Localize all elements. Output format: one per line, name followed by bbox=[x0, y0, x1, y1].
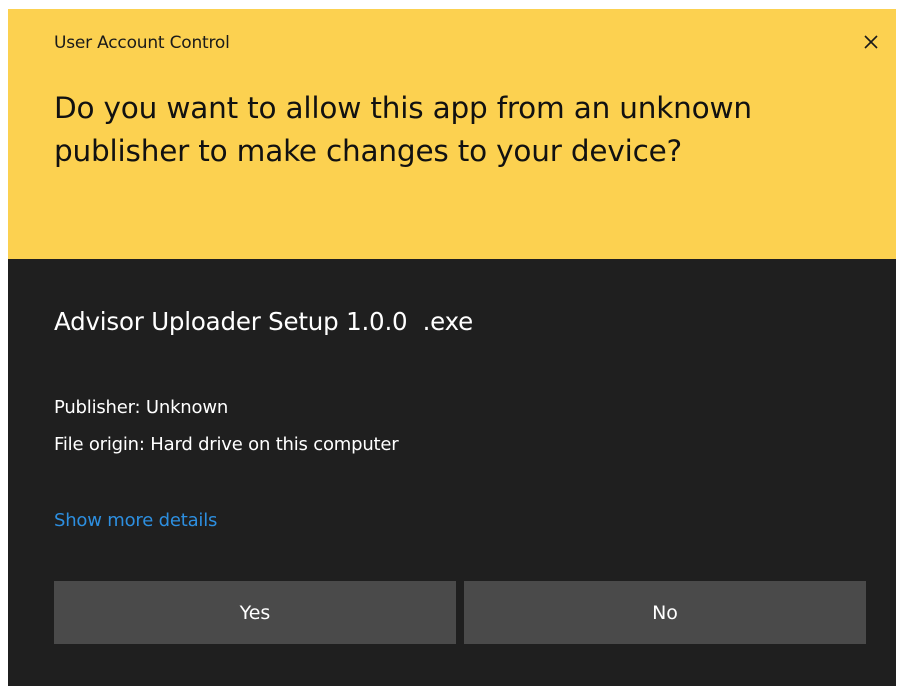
uac-question: Do you want to allow this app from an un… bbox=[54, 91, 752, 168]
publisher-info: Publisher: Unknown bbox=[54, 397, 229, 418]
yes-button-label: Yes bbox=[239, 601, 271, 624]
file-origin-info: File origin: Hard drive on this computer bbox=[54, 434, 399, 455]
yes-button[interactable]: Yes bbox=[54, 581, 456, 644]
uac-dialog: User Account Control Do you want to allo… bbox=[8, 9, 896, 686]
dialog-header: User Account Control Do you want to allo… bbox=[8, 9, 896, 259]
no-button-label: No bbox=[652, 601, 678, 624]
dialog-body: Advisor Uploader Setup 1.0.0 .exe Publis… bbox=[8, 259, 896, 686]
show-more-details-link[interactable]: Show more details bbox=[54, 510, 217, 531]
close-icon-glyph bbox=[864, 35, 878, 49]
app-name: Advisor Uploader Setup 1.0.0 .exe bbox=[54, 307, 474, 336]
window-title: User Account Control bbox=[54, 33, 230, 53]
no-button[interactable]: No bbox=[464, 581, 866, 644]
close-icon[interactable] bbox=[860, 31, 882, 53]
